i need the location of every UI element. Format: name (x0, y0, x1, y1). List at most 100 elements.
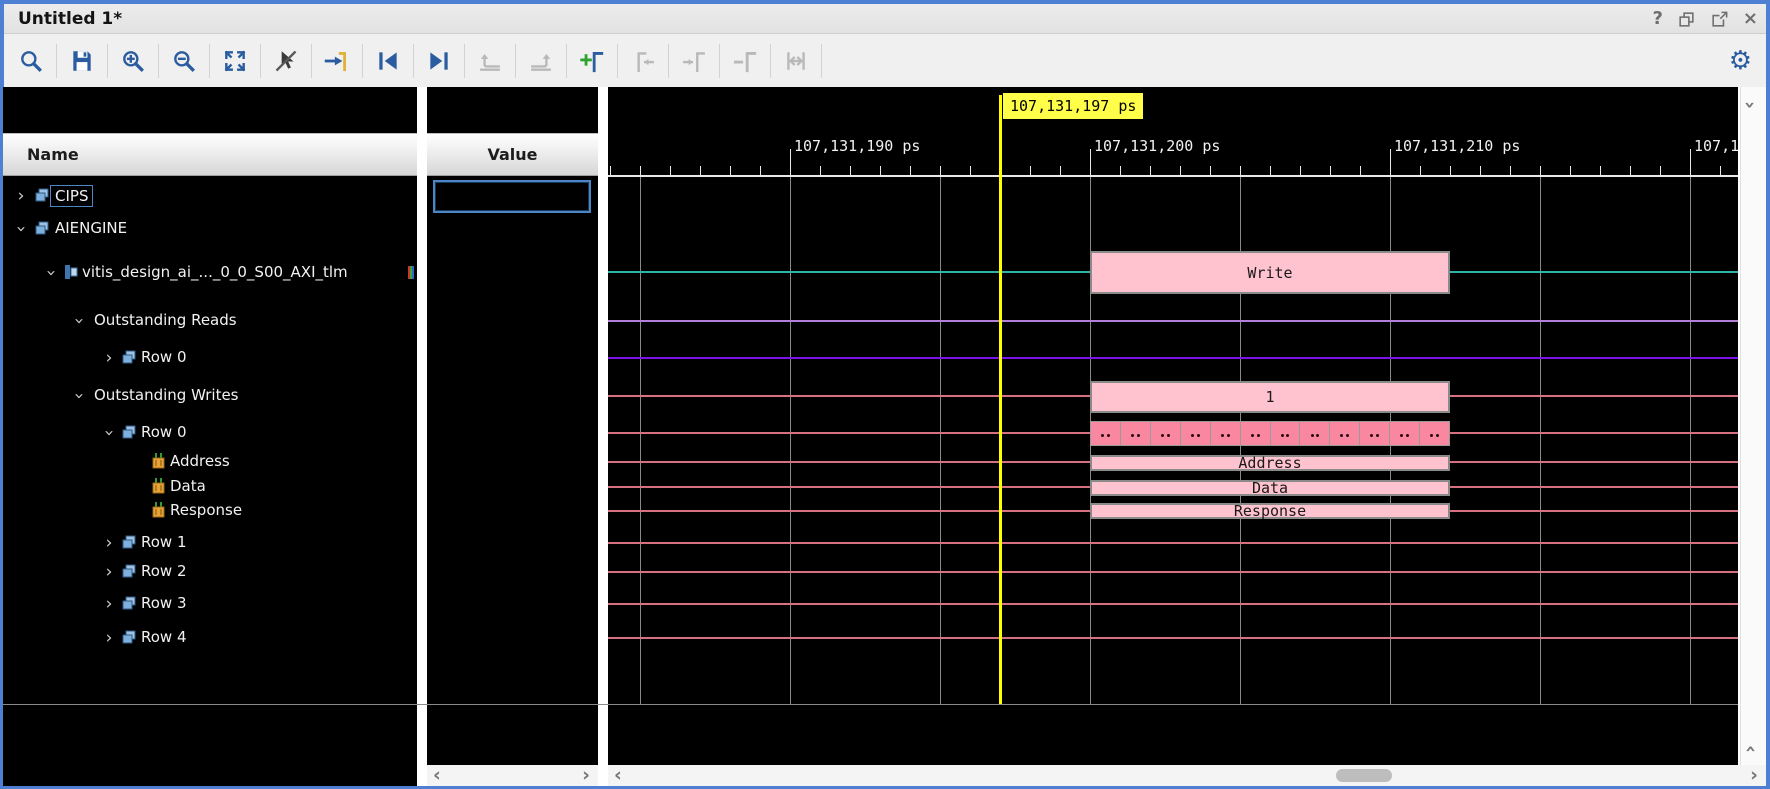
group-icon (120, 348, 138, 366)
scroll-up-icon[interactable]: › (1739, 101, 1761, 109)
tree-item-outstanding-reads[interactable]: › Outstanding Reads (3, 310, 417, 332)
chevron-expanded-icon[interactable]: › (11, 222, 31, 236)
minor-tick (1720, 166, 1721, 175)
waveform-canvas[interactable]: 107,131,190 ps 107,131,200 ps 107,131,210 … (608, 87, 1738, 765)
axis-tick-label: 107,131,190 ps (794, 137, 921, 155)
tree-item-vitis-design-ai-0-0-s00-axi-tlm[interactable]: › vitis_design_ai_..._0_0_S00_AXI_tlm (3, 262, 417, 284)
wave-bar-data: Data (1090, 479, 1450, 497)
minor-tick (1300, 166, 1301, 175)
tree-value-divider[interactable] (417, 87, 427, 786)
tree-item-label: Outstanding Writes (94, 386, 239, 404)
value-horizontal-scrollbar[interactable]: ‹ › (427, 765, 598, 786)
minor-tick (1480, 166, 1481, 175)
zoom-in-button[interactable] (114, 42, 152, 80)
time-cursor-line[interactable] (999, 95, 1002, 704)
wave-bar-label: Data (1251, 479, 1289, 497)
chevron-expanded-icon[interactable]: › (69, 389, 89, 403)
zoom-fit-button[interactable] (216, 42, 254, 80)
settings-gear-icon[interactable]: ⚙ (1729, 44, 1752, 78)
wave-scroll-left-icon[interactable]: ‹ (614, 765, 622, 785)
pointer-off-button[interactable] (267, 42, 305, 80)
prev-transition-button[interactable] (471, 42, 509, 80)
wave-bar-response: Response (1090, 502, 1450, 520)
toolbar-separator (719, 43, 720, 78)
value-column-header[interactable]: Value (427, 133, 598, 176)
goto-marker-button[interactable] (318, 42, 356, 80)
tree-item-cips[interactable]: › CIPS (3, 185, 417, 207)
tree-item-row-2[interactable]: › Row 2 (3, 561, 417, 583)
tree-item-label: Row 1 (141, 533, 187, 551)
tree-item-row-4[interactable]: › Row 4 (3, 627, 417, 649)
minor-tick (1240, 166, 1241, 175)
minor-tick (1630, 166, 1631, 175)
bus-segment (1360, 421, 1391, 446)
signal-line-data (608, 486, 1090, 488)
chevron-collapsed-icon[interactable]: › (102, 629, 116, 647)
bus-segment (1150, 421, 1181, 446)
titlebar-icons: ? × (1652, 8, 1758, 30)
axis-tick-label: 107,131,210 ps (1394, 137, 1521, 155)
toolbar-separator (209, 43, 210, 78)
chevron-expanded-icon[interactable]: › (69, 314, 89, 328)
toolbar-separator (56, 43, 57, 78)
wave-scroll-right-icon[interactable]: › (1750, 765, 1758, 785)
chevron-collapsed-icon[interactable]: › (102, 534, 116, 552)
bus-segment (1240, 421, 1271, 446)
tree-item-data[interactable]: Data (3, 476, 417, 498)
value-scroll-left-icon[interactable]: ‹ (433, 765, 441, 785)
tree-item-row-0[interactable]: › Row 0 (3, 347, 417, 369)
gridline (1690, 177, 1691, 704)
bus-icon (150, 452, 168, 470)
save-button[interactable] (63, 42, 101, 80)
tree-item-row-0[interactable]: › Row 0 (3, 422, 417, 444)
wave-bar-label: Write (1247, 263, 1293, 282)
tree-item-label: Row 0 (141, 423, 187, 441)
swap-markers-button[interactable] (777, 42, 815, 80)
scroll-down-icon[interactable]: › (1739, 745, 1761, 753)
add-marker-button[interactable] (573, 42, 611, 80)
tree-item-label: AIENGINE (55, 219, 128, 237)
help-icon[interactable]: ? (1652, 8, 1662, 30)
bus-segment (1180, 421, 1211, 446)
time-axis-line (608, 175, 1738, 177)
wave-horizontal-scrollbar[interactable]: ‹ › (608, 765, 1766, 786)
signal-line-address (608, 461, 1090, 463)
tree-item-label: Row 3 (141, 594, 187, 612)
tree-item-row-3[interactable]: › Row 3 (3, 593, 417, 615)
next-transition-button[interactable] (522, 42, 560, 80)
wave-scrollbar-thumb[interactable] (1336, 769, 1392, 782)
prev-marker-button[interactable] (369, 42, 407, 80)
search-button[interactable] (12, 42, 50, 80)
chevron-expanded-icon[interactable]: › (99, 426, 119, 440)
value-wave-divider[interactable] (598, 87, 608, 786)
vertical-scrollbar[interactable]: › › (1739, 87, 1766, 765)
major-tick (1390, 149, 1391, 175)
gridline (640, 177, 641, 704)
chevron-collapsed-icon[interactable]: › (14, 187, 28, 205)
signal-line-s00_axi_tlm (1450, 271, 1738, 273)
remove-marker-button[interactable] (726, 42, 764, 80)
bus-segment (1120, 421, 1151, 446)
tree-item-row-1[interactable]: › Row 1 (3, 532, 417, 554)
open-external-icon[interactable] (1710, 10, 1729, 29)
time-cursor-label: 107,131,197 ps (1003, 93, 1144, 119)
float-window-icon[interactable] (1677, 10, 1696, 29)
clipped-text-artifact (408, 266, 414, 279)
chevron-collapsed-icon[interactable]: › (102, 349, 116, 367)
selected-value-cell[interactable] (433, 180, 591, 213)
tree-item-response[interactable]: Response (3, 500, 417, 522)
close-icon[interactable]: × (1743, 8, 1758, 30)
next-edge-button[interactable] (675, 42, 713, 80)
tree-item-outstanding-writes[interactable]: › Outstanding Writes (3, 385, 417, 407)
next-marker-button[interactable] (420, 42, 458, 80)
zoom-out-button[interactable] (165, 42, 203, 80)
value-scroll-right-icon[interactable]: › (582, 765, 590, 785)
chevron-collapsed-icon[interactable]: › (102, 563, 116, 581)
chevron-expanded-icon[interactable]: › (41, 266, 61, 280)
chevron-collapsed-icon[interactable]: › (102, 595, 116, 613)
toolbar-separator (158, 43, 159, 78)
tree-item-address[interactable]: Address (3, 451, 417, 473)
tree-item-aiengine[interactable]: › AIENGINE (3, 218, 417, 240)
prev-edge-button[interactable] (624, 42, 662, 80)
minor-tick (1540, 166, 1541, 175)
